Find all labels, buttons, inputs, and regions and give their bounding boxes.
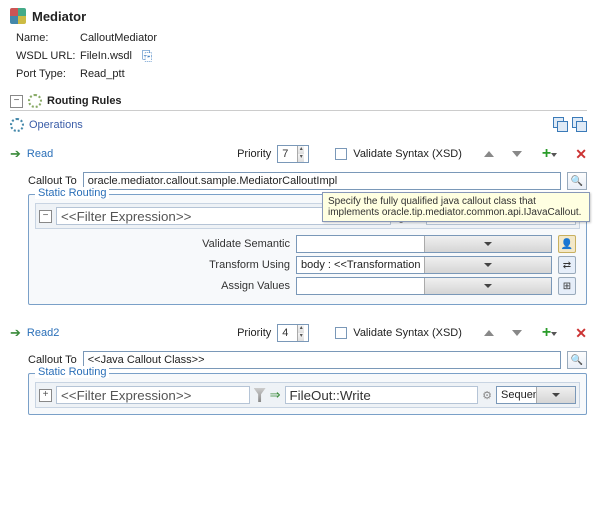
move-up-icon[interactable] bbox=[484, 151, 494, 157]
assign-values-icon[interactable]: ⊞ bbox=[558, 277, 576, 295]
name-value: CalloutMediator bbox=[80, 32, 157, 44]
exec-mode-combo[interactable]: Sequential bbox=[496, 386, 576, 404]
operation-name[interactable]: Read bbox=[27, 148, 231, 160]
routing-rules-icon bbox=[28, 94, 42, 108]
priority-spinner[interactable]: 7 ▴▾ bbox=[277, 145, 309, 163]
collapse-all-icon[interactable] bbox=[572, 117, 587, 132]
operation-arrow-icon: ➔ bbox=[10, 325, 21, 341]
collapse-filter-button[interactable]: − bbox=[39, 210, 52, 223]
transform-using-combo[interactable]: body : <<Transformation Map>> bbox=[296, 256, 552, 274]
validate-semantic-label: Validate Semantic bbox=[202, 238, 290, 250]
static-routing-fieldset: Static Routing Specify the fully qualifi… bbox=[28, 194, 587, 305]
validate-syntax-label: Validate Syntax (XSD) bbox=[353, 148, 462, 160]
expand-all-icon[interactable] bbox=[553, 117, 568, 132]
static-routing-legend: Static Routing bbox=[35, 366, 109, 378]
callout-browse-button[interactable]: 🔍 bbox=[567, 351, 587, 369]
callout-to-label: Callout To bbox=[28, 175, 77, 187]
spin-up-icon[interactable]: ▴ bbox=[297, 146, 304, 154]
filter-expression-input[interactable] bbox=[56, 386, 250, 404]
static-routing-legend: Static Routing bbox=[35, 187, 109, 199]
callout-tooltip: Specify the fully qualified java callout… bbox=[322, 192, 590, 222]
validate-syntax-label: Validate Syntax (XSD) bbox=[353, 327, 462, 339]
port-type-value: Read_ptt bbox=[80, 68, 125, 80]
page-title: Mediator bbox=[32, 9, 86, 24]
mediator-icon bbox=[10, 8, 26, 24]
static-routing-fieldset: Static Routing + ⇒ ⚙ Sequential bbox=[28, 373, 587, 415]
transform-using-label: Transform Using bbox=[209, 259, 290, 271]
priority-label: Priority bbox=[237, 148, 271, 160]
section-title: Routing Rules bbox=[47, 95, 122, 107]
validate-syntax-checkbox[interactable] bbox=[335, 148, 347, 160]
spin-up-icon[interactable]: ▴ bbox=[297, 325, 304, 333]
operation-arrow-icon: ➔ bbox=[10, 146, 21, 162]
callout-to-label: Callout To bbox=[28, 354, 77, 366]
name-label: Name: bbox=[16, 32, 80, 44]
spin-down-icon[interactable]: ▾ bbox=[297, 333, 304, 341]
priority-value: 4 bbox=[278, 327, 293, 339]
assign-values-combo[interactable] bbox=[296, 277, 552, 295]
port-type-label: Port Type: bbox=[16, 68, 80, 80]
gear-icon[interactable]: ⚙ bbox=[482, 389, 492, 402]
validate-semantic-icon[interactable]: 👤 bbox=[558, 235, 576, 253]
callout-browse-button[interactable]: 🔍 bbox=[567, 172, 587, 190]
move-down-icon[interactable] bbox=[512, 151, 522, 157]
filter-icon[interactable] bbox=[254, 388, 266, 402]
route-arrow-icon: ⇒ bbox=[270, 387, 281, 403]
collapse-section-button[interactable]: − bbox=[10, 95, 23, 108]
spin-down-icon[interactable]: ▾ bbox=[297, 154, 304, 162]
callout-to-input[interactable] bbox=[83, 351, 561, 369]
assign-values-label: Assign Values bbox=[221, 280, 290, 292]
wsdl-browse-icon[interactable]: ⎘ bbox=[142, 48, 152, 64]
validate-semantic-combo[interactable] bbox=[296, 235, 552, 253]
delete-rule-button[interactable]: ✕ bbox=[575, 146, 587, 163]
operations-label: Operations bbox=[29, 119, 83, 131]
validate-syntax-checkbox[interactable] bbox=[335, 327, 347, 339]
priority-label: Priority bbox=[237, 327, 271, 339]
delete-rule-button[interactable]: ✕ bbox=[575, 325, 587, 342]
add-rule-button[interactable]: + bbox=[542, 148, 551, 160]
operations-icon bbox=[10, 118, 24, 132]
transform-icon[interactable]: ⇄ bbox=[558, 256, 576, 274]
wsdl-value: FileIn.wsdl bbox=[80, 50, 132, 62]
priority-value: 7 bbox=[278, 148, 293, 160]
add-rule-button[interactable]: + bbox=[542, 327, 551, 339]
expand-filter-button[interactable]: + bbox=[39, 389, 52, 402]
wsdl-label: WSDL URL: bbox=[16, 50, 80, 62]
target-input[interactable] bbox=[285, 386, 479, 404]
move-up-icon[interactable] bbox=[484, 330, 494, 336]
callout-to-input[interactable] bbox=[83, 172, 561, 190]
operation-name[interactable]: Read2 bbox=[27, 327, 231, 339]
move-down-icon[interactable] bbox=[512, 330, 522, 336]
priority-spinner[interactable]: 4 ▴▾ bbox=[277, 324, 309, 342]
